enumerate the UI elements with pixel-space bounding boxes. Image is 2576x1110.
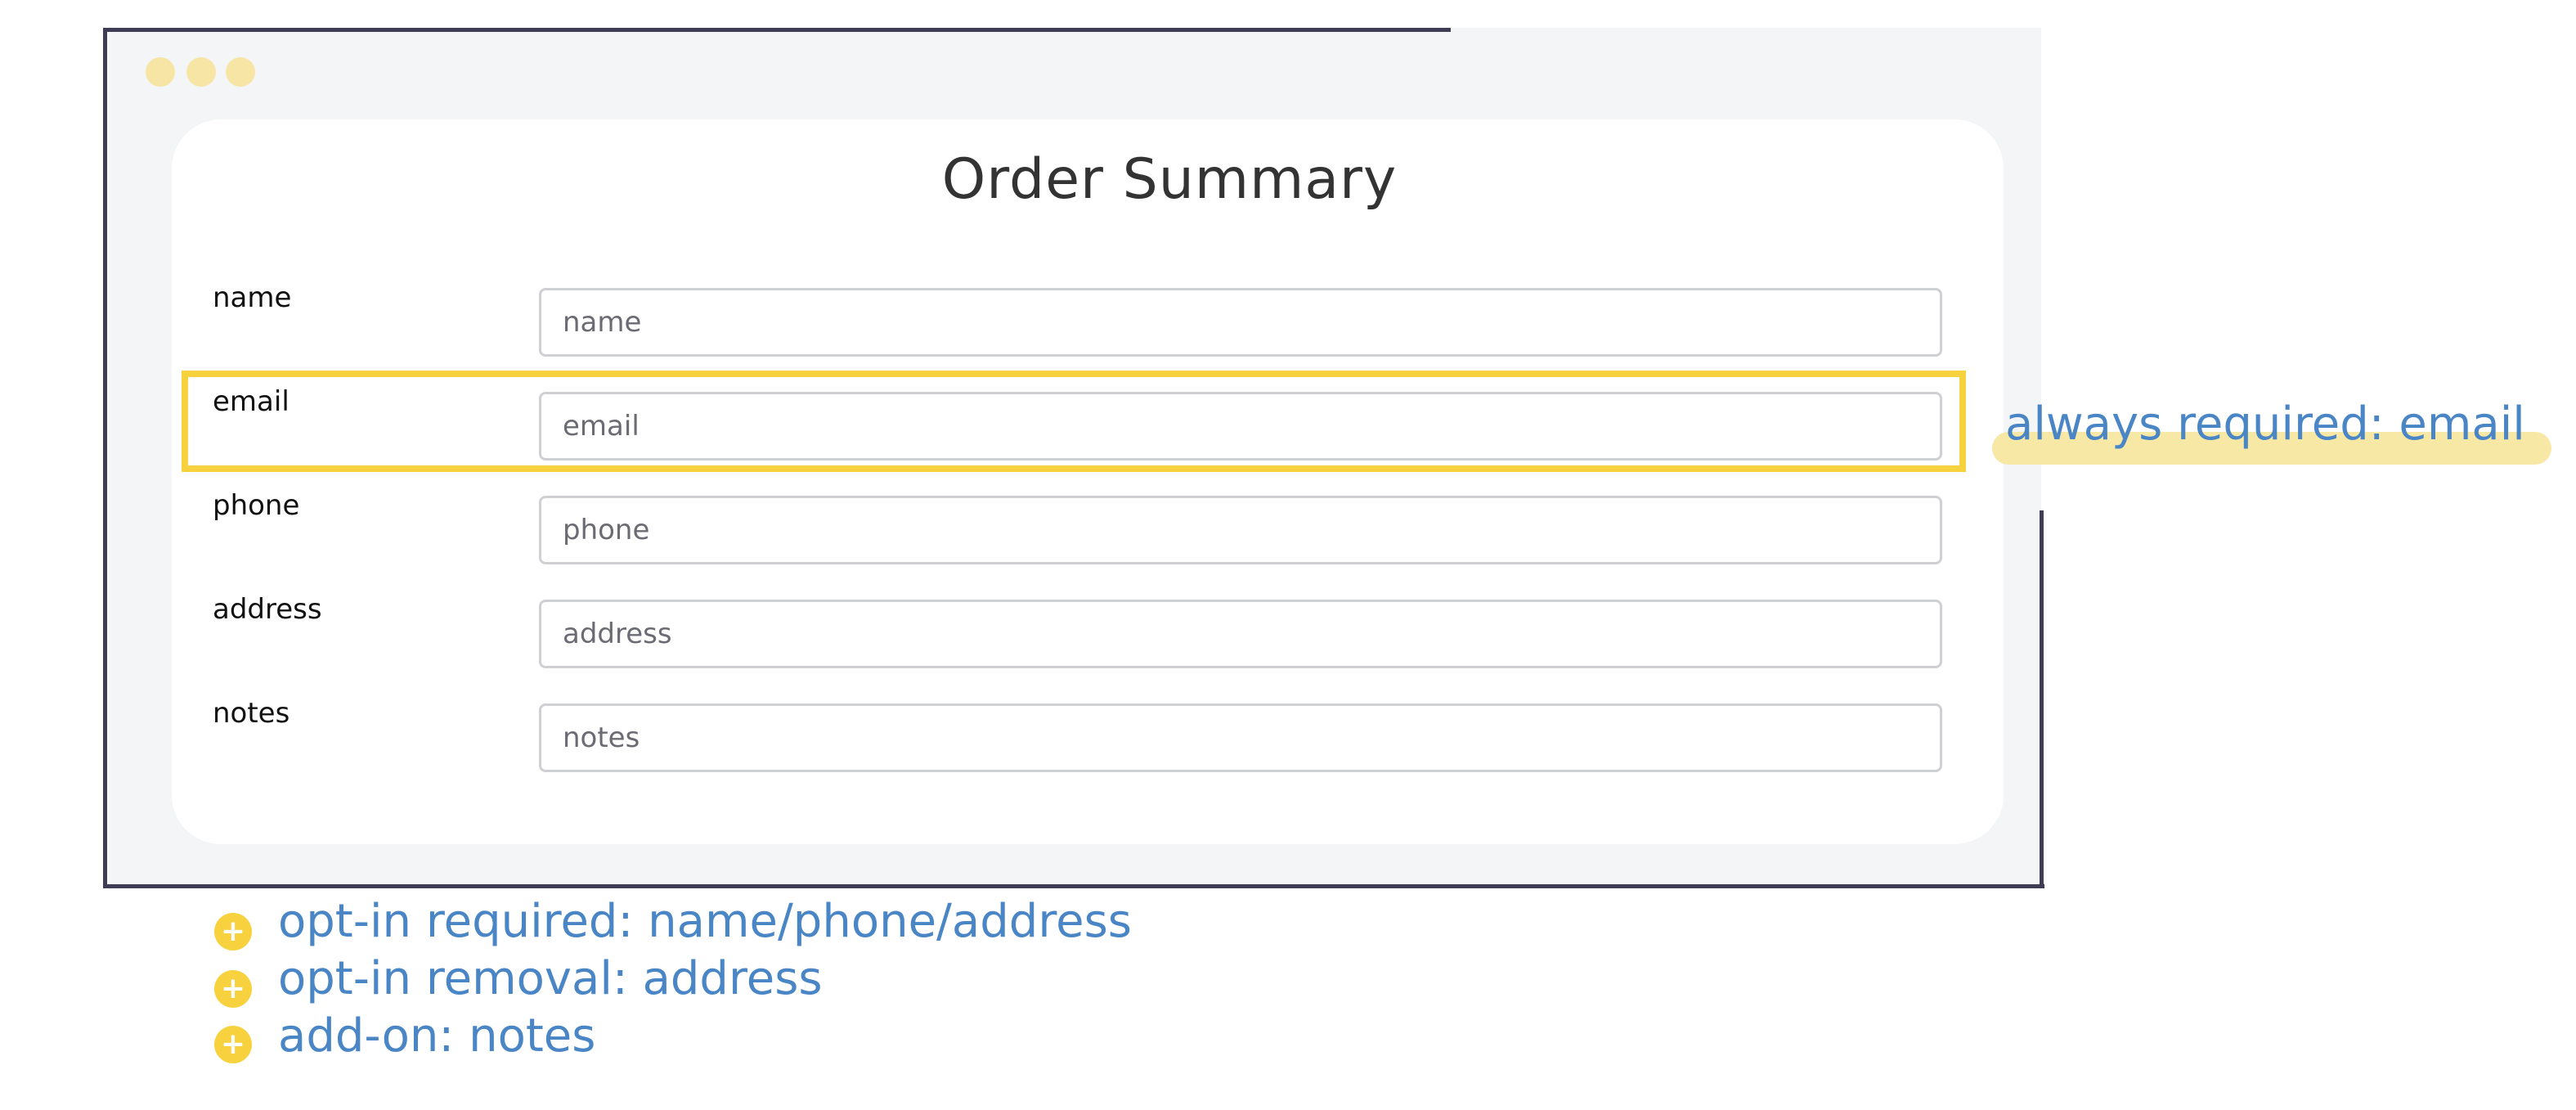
phone-label: phone [213,489,300,522]
notes-input[interactable] [539,703,1942,772]
window-dot-icon[interactable] [146,57,175,87]
window-frame-top [103,28,1451,32]
window-dot-icon[interactable] [226,57,255,87]
notes-label: notes [213,697,290,730]
address-label: address [213,593,322,626]
window-frame-bottom [103,884,2044,888]
form-row-phone: phone [0,489,2576,564]
page-title: Order Summary [941,147,1398,212]
plus-circle-icon: + [214,1026,252,1063]
phone-input[interactable] [539,496,1942,564]
form-row-notes: notes [0,697,2576,772]
form-row-address: address [0,593,2576,668]
note-add-on: add-on: notes [278,1009,596,1063]
name-input[interactable] [539,288,1942,357]
note-opt-in-required: opt-in required: name/phone/address [278,895,1132,948]
always-required-callout: always required: email [2005,398,2525,451]
window-dot-icon[interactable] [186,57,216,87]
note-opt-in-removal: opt-in removal: address [278,952,823,1005]
plus-circle-icon: + [214,970,252,1008]
plus-circle-icon: + [214,913,252,950]
email-highlight-box [182,371,1966,472]
name-label: name [213,281,292,314]
form-row-name: name [0,281,2576,357]
address-input[interactable] [539,600,1942,668]
